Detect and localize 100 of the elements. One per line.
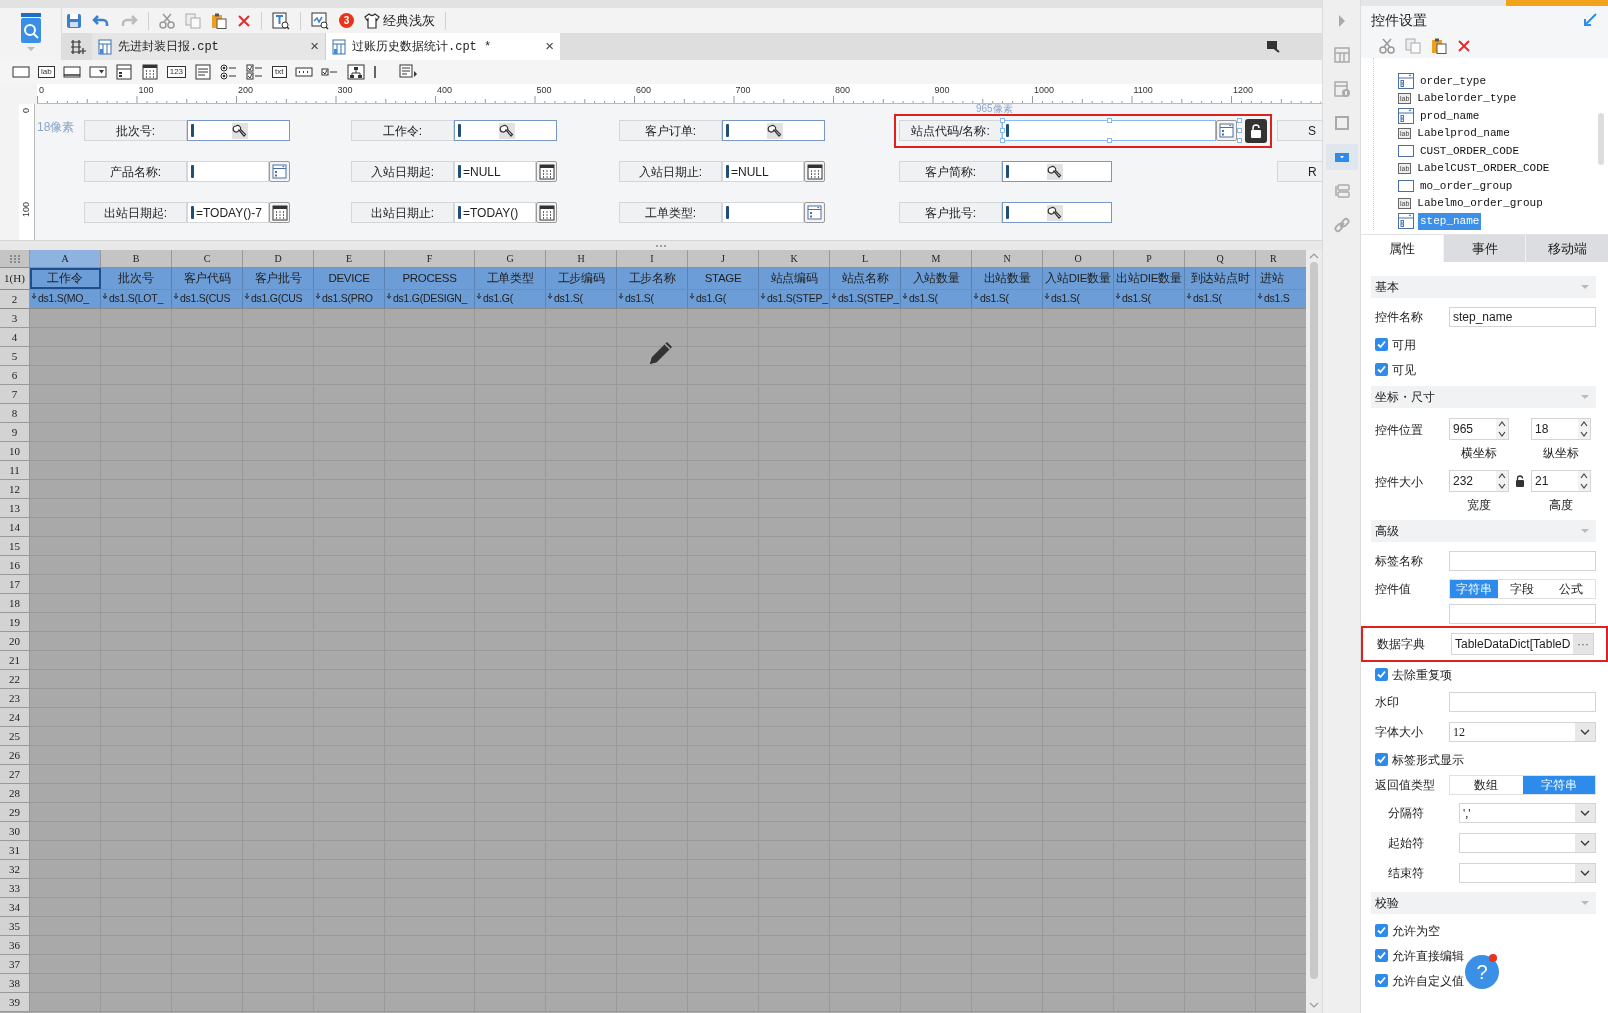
number-spinner[interactable]: 21 — [1531, 470, 1591, 492]
header-cell[interactable]: STAGE — [688, 268, 759, 289]
header-cell[interactable]: 工作令 — [30, 268, 101, 289]
paste-icon[interactable] — [1431, 38, 1447, 54]
header-cell[interactable]: 入站DIE数量 — [1043, 268, 1114, 289]
column-header[interactable]: C — [172, 250, 243, 267]
stepper-arrows-icon[interactable] — [1497, 419, 1507, 439]
stepper-arrows-icon[interactable] — [1579, 471, 1589, 491]
number-spinner[interactable]: 18 — [1531, 418, 1591, 440]
calendar-button[interactable] — [536, 202, 557, 223]
checkbox[interactable] — [1375, 974, 1388, 987]
date-field[interactable]: =NULL — [722, 161, 804, 182]
paste-icon[interactable] — [211, 12, 227, 29]
header-cell[interactable]: ds1.G(DESIGN_ — [385, 290, 475, 308]
file-tab-label[interactable]: 过账历史数据统计.cpt * — [352, 37, 540, 56]
header-cell[interactable]: ds1.S — [1256, 290, 1306, 308]
file-tab[interactable]: 先进封装日报.cpt × — [92, 33, 326, 60]
search-field[interactable] — [187, 120, 290, 141]
dropdown-field[interactable]: ',' — [1459, 803, 1596, 823]
scroll-down-icon[interactable] — [1309, 1001, 1319, 1009]
stepper-arrows-icon[interactable] — [1579, 419, 1589, 439]
field-label[interactable]: R — [1277, 161, 1322, 182]
column-header[interactable]: I — [617, 250, 688, 267]
wrench-icon[interactable] — [767, 122, 783, 139]
column-header[interactable]: F — [385, 250, 475, 267]
calendar-button[interactable] — [804, 161, 825, 182]
header-cell[interactable]: ds1.S( — [1114, 290, 1185, 308]
stepper-arrows-icon[interactable] — [1497, 471, 1507, 491]
column-header[interactable]: A — [30, 250, 101, 267]
wrench-icon[interactable] — [232, 122, 248, 139]
header-cell[interactable]: ds1.G(CUS — [243, 290, 314, 308]
header-cell[interactable]: ds1.S(MO_ — [30, 290, 101, 308]
resize-handle[interactable] — [1107, 138, 1112, 143]
column-header[interactable]: P — [1114, 250, 1185, 267]
field-label[interactable]: S — [1277, 120, 1322, 141]
header-cell[interactable]: ds1.S(LOT_ — [101, 290, 172, 308]
tree-item[interactable]: CUST_ORDER_CODE — [1418, 142, 1522, 160]
search-field[interactable] — [1002, 202, 1112, 223]
checkbox[interactable] — [1375, 363, 1388, 376]
theme-button[interactable]: 经典浅灰 — [364, 10, 435, 31]
radio-tool-icon[interactable] — [220, 64, 239, 80]
header-cell[interactable]: 工步编码 — [546, 268, 617, 289]
header-cell[interactable]: 批次号 — [101, 268, 172, 289]
wrench-icon[interactable] — [1047, 204, 1063, 221]
section-header[interactable]: 校验 — [1371, 892, 1596, 914]
text-field[interactable] — [1449, 604, 1596, 624]
collapse-arrow-icon[interactable] — [1582, 12, 1598, 28]
date-field[interactable]: =TODAY()-7 — [187, 202, 269, 223]
dropdown-tool-button[interactable] — [1325, 144, 1358, 170]
column-header[interactable]: G — [475, 250, 546, 267]
header-cell[interactable]: 工步名称 — [617, 268, 688, 289]
header-cell[interactable]: 工单类型 — [475, 268, 546, 289]
column-header[interactable]: L — [830, 250, 901, 267]
header-cell[interactable]: ds1.S( — [1185, 290, 1256, 308]
calendar-button[interactable] — [269, 202, 290, 223]
chart-preview-icon[interactable] — [311, 11, 329, 30]
checkbox[interactable] — [1375, 753, 1388, 766]
lock-toggle[interactable] — [1515, 475, 1525, 487]
header-cell[interactable]: PROCESS — [385, 268, 475, 289]
header-cell[interactable]: ds1.G( — [475, 290, 546, 308]
number-spinner[interactable]: 232 — [1449, 470, 1509, 492]
tree-item[interactable]: LabelCUST_ORDER_CODE — [1415, 160, 1552, 177]
header-cell[interactable]: ds1.S( — [901, 290, 972, 308]
tree-item[interactable]: prod_name — [1418, 107, 1482, 125]
listform-tool-icon[interactable] — [114, 64, 133, 80]
column-header[interactable]: O — [1043, 250, 1114, 267]
column-header[interactable]: J — [688, 250, 759, 267]
cut-icon[interactable] — [1379, 38, 1395, 54]
header-cell[interactable]: 出站数量 — [972, 268, 1043, 289]
wrench-icon[interactable] — [499, 122, 515, 139]
header-cell[interactable]: 到达站点时 — [1185, 268, 1256, 289]
dropdown-field[interactable] — [1459, 863, 1596, 883]
label-tool[interactable]: lab — [38, 66, 55, 78]
column-header[interactable]: B — [101, 250, 172, 267]
header-cell[interactable]: 站点名称 — [830, 268, 901, 289]
tree-item[interactable]: Labelprod_name — [1415, 125, 1512, 142]
column-header[interactable]: D — [243, 250, 314, 267]
panel-tab[interactable]: 事件 — [1442, 235, 1526, 262]
close-button[interactable]: × — [545, 35, 554, 58]
text-field[interactable] — [1449, 692, 1596, 712]
select-all-icon[interactable] — [7, 253, 22, 264]
header-cell[interactable]: 出站DIE数量 — [1114, 268, 1185, 289]
text-field[interactable] — [1449, 551, 1596, 571]
dropdown-field[interactable] — [722, 202, 804, 223]
header-cell[interactable]: DEVICE — [314, 268, 385, 289]
scrollbar-thumb[interactable] — [1310, 262, 1318, 979]
more-tool-icon[interactable] — [398, 64, 417, 80]
dropdown-button[interactable] — [269, 161, 290, 182]
date-field[interactable]: =NULL — [454, 161, 536, 182]
cut-icon[interactable] — [159, 12, 175, 29]
header-cell[interactable]: ds1.S(PRO — [314, 290, 385, 308]
checkgroup-tool-icon[interactable] — [246, 64, 265, 80]
tree-tool-icon[interactable] — [346, 64, 365, 80]
password-tool-icon[interactable] — [294, 64, 313, 80]
file-tab[interactable]: 过账历史数据统计.cpt * × — [326, 33, 560, 60]
dropdown-field[interactable]: 12 — [1449, 722, 1596, 742]
dictionary-field[interactable]: TableDataDict[TableD ··· — [1451, 633, 1594, 655]
vertical-scrollbar[interactable] — [1306, 250, 1322, 1013]
tree-item[interactable]: Labelorder_type — [1415, 90, 1519, 107]
tree-item[interactable]: mo_order_group — [1418, 177, 1515, 195]
